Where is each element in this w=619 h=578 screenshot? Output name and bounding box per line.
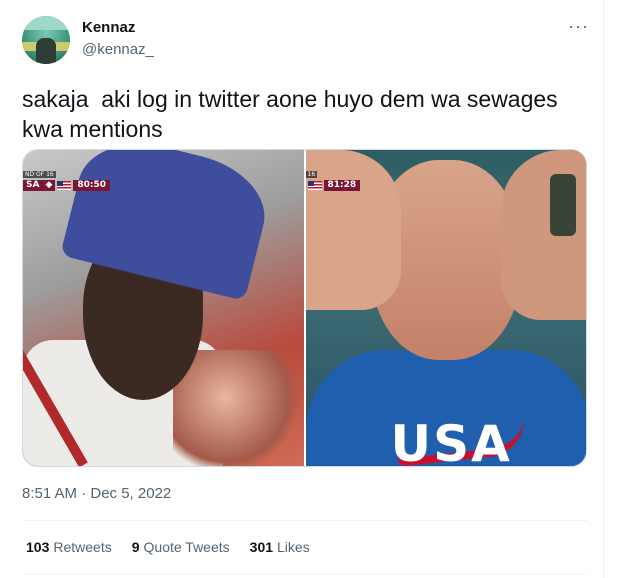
quote-tweets-stat[interactable]: 9 Quote Tweets (132, 539, 230, 555)
usa-flag-icon (57, 181, 72, 190)
engagement-stats: 103 Retweets 9 Quote Tweets 301 Likes (26, 539, 310, 555)
photo-right-watch (549, 174, 576, 236)
media-photo-left[interactable]: ND OF 16 SA ◆ 80:50 (23, 150, 304, 466)
divider (22, 520, 587, 521)
author-handle[interactable]: @kennaz_ (82, 41, 154, 58)
scoreboard-right: 81:28 (306, 180, 361, 191)
scoreboard-left: SA ◆ 80:50 (23, 180, 111, 191)
more-options-icon[interactable]: ··· (568, 16, 589, 37)
scoreboard-round-left: ND OF 16 (23, 171, 56, 178)
retweets-count: 103 (26, 539, 50, 555)
tweet-card: Kennaz @kennaz_ ··· sakaja aki log in tw… (0, 0, 604, 578)
avatar-sky (22, 16, 70, 30)
author-name[interactable]: Kennaz (82, 19, 135, 36)
likes-stat[interactable]: 301 Likes (250, 539, 310, 555)
scoreboard-round-right: 16 (305, 171, 318, 178)
tweet-timestamp[interactable]: 8:51 AM · Dec 5, 2022 (22, 485, 171, 502)
tweet-media[interactable]: ND OF 16 SA ◆ 80:50 USA 16 81:28 (22, 149, 587, 467)
retweets-label: Retweets (53, 539, 112, 555)
tweet-text: sakaja aki log in twitter aone huyo dem … (22, 86, 558, 142)
photo-right-shirt-text: USA (390, 415, 512, 466)
quote-tweets-label: Quote Tweets (143, 539, 230, 555)
author-avatar[interactable] (22, 16, 70, 64)
retweets-stat[interactable]: 103 Retweets (26, 539, 112, 555)
quote-tweets-count: 9 (131, 539, 140, 555)
avatar-figure (36, 38, 56, 64)
scoreboard-clock-left: 80:50 (73, 180, 111, 191)
media-photo-right[interactable]: USA 16 81:28 (305, 150, 586, 466)
scoreboard-team-left: SA (23, 180, 43, 191)
photo-right-arm-left (305, 150, 401, 310)
scoreboard-clock-right: 81:28 (323, 180, 361, 191)
likes-count: 301 (249, 539, 274, 555)
photo-left-crowd (173, 350, 303, 466)
divider (22, 574, 587, 575)
usa-flag-icon (307, 181, 322, 190)
likes-label: Likes (277, 539, 310, 555)
scoreboard-marker-left: ◆ (42, 180, 56, 191)
